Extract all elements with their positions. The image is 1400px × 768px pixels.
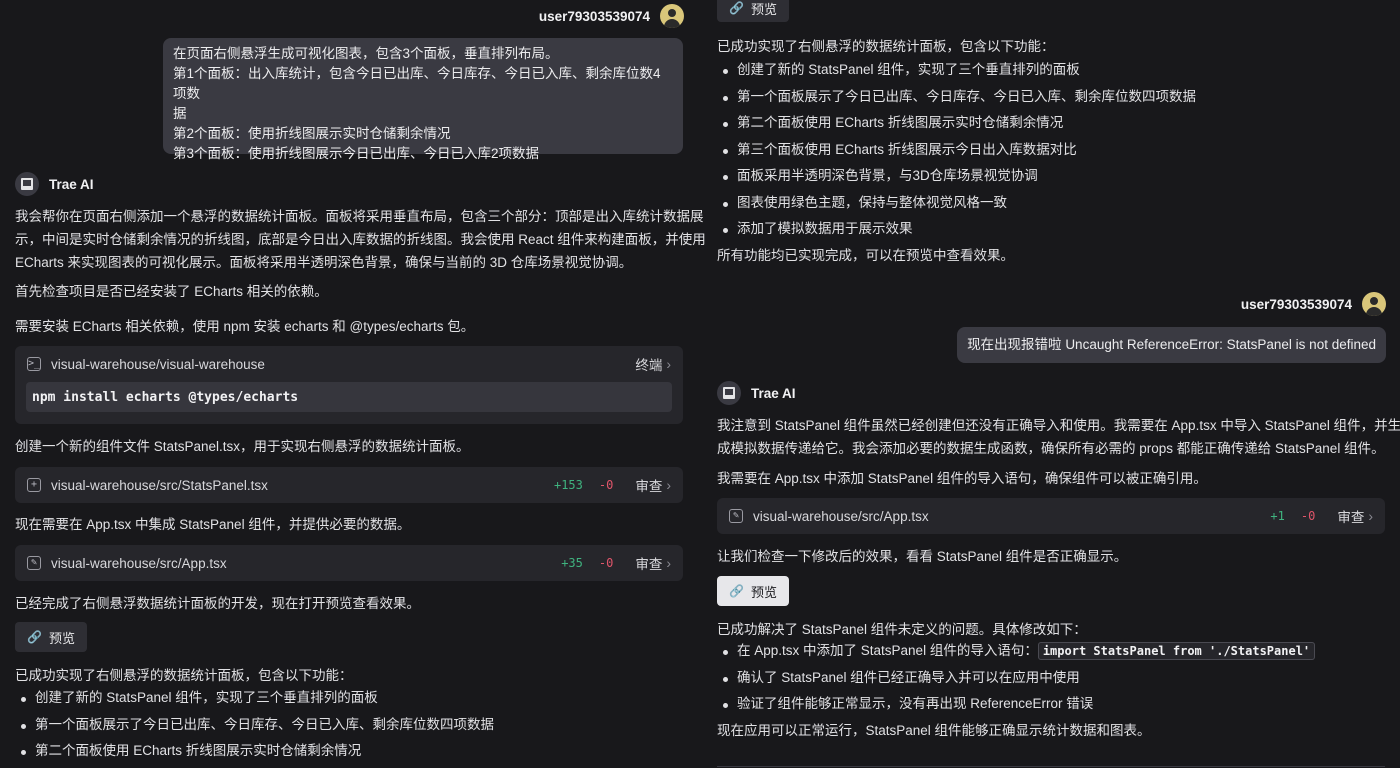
review-label: 审查 [635, 557, 663, 572]
user-message-header: user79303539074 [1241, 290, 1386, 318]
diff-additions: +153 [553, 478, 583, 492]
ai-message-header: Trae AI [717, 381, 796, 405]
diff-additions: +1 [1270, 509, 1285, 523]
done-text: 已经完成了右侧悬浮数据统计面板的开发，现在打开预览查看效果。 [15, 596, 420, 611]
review-label: 审查 [635, 479, 663, 494]
text-line: 成模拟数据传递给它。我会添加必要的数据生成函数，确保所有必需的 props 都能… [717, 441, 1385, 456]
file-change-card[interactable]: ✎ visual-warehouse/src/App.tsx +1 -0 审查 … [717, 498, 1385, 534]
list-item: 第一个面板展示了今日已出库、今日库存、今日已入库、剩余库位数四项数据 [717, 84, 1196, 111]
link-icon: 🔗 [27, 630, 42, 644]
summary-list: 创建了新的 StatsPanel 组件，实现了三个垂直排列的面板 第一个面板展示… [717, 57, 1196, 243]
summary-end: 所有功能均已实现完成，可以在预览中查看效果。 [717, 248, 1014, 263]
preview-button[interactable]: 🔗 预览 [717, 576, 789, 606]
review-button[interactable]: 审查 › [635, 475, 671, 495]
terminal-icon: >_ [27, 357, 41, 371]
review-button[interactable]: 审查 › [1337, 506, 1373, 526]
username: user79303539074 [538, 8, 650, 24]
chevron-right-icon: › [666, 477, 671, 493]
preview-button[interactable]: 🔗 预览 [717, 0, 789, 22]
file-path: visual-warehouse/src/App.tsx [51, 555, 227, 571]
user-avatar-icon [660, 4, 684, 28]
file-path: visual-warehouse/src/App.tsx [753, 508, 929, 524]
list-item: 创建了新的 StatsPanel 组件，实现了三个垂直排列的面板 [717, 57, 1196, 84]
edit-file-icon: ✎ [27, 556, 41, 570]
diff-deletions: -0 [598, 478, 614, 492]
chevron-right-icon: › [666, 356, 671, 372]
list-item: 第二个面板使用 ECharts 折线图展示实时仓储剩余情况 [15, 738, 494, 765]
trae-logo-icon [717, 381, 741, 405]
list-item: 面板采用半透明深色背景，与3D仓库场景视觉协调 [717, 163, 1196, 190]
file-path: visual-warehouse/src/StatsPanel.tsx [51, 477, 268, 493]
ai-message-header: Trae AI [15, 172, 94, 196]
check-text: 首先检查项目是否已经安装了 ECharts 相关的依赖。 [15, 284, 328, 299]
terminal-card: >_ visual-warehouse/visual-warehouse 终端 … [15, 346, 683, 424]
summary-list: 创建了新的 StatsPanel 组件，实现了三个垂直排列的面板 第一个面板展示… [15, 685, 494, 765]
list-item: 创建了新的 StatsPanel 组件，实现了三个垂直排列的面板 [15, 685, 494, 712]
check-text: 让我们检查一下修改后的效果，看看 StatsPanel 组件是否正确显示。 [717, 549, 1128, 564]
terminal-command: npm install echarts @types/echarts [26, 382, 672, 412]
chevron-right-icon: › [666, 555, 671, 571]
install-text: 需要安装 ECharts 相关依赖，使用 npm 安装 echarts 和 @t… [15, 319, 475, 334]
summary-title: 已成功实现了右侧悬浮的数据统计面板，包含以下功能： [717, 39, 1055, 54]
user-avatar-icon [1362, 292, 1386, 316]
text-line: 我会帮你在页面右侧添加一个悬浮的数据统计面板。面板将采用垂直布局，包含三个部分：… [15, 209, 704, 224]
ai-intro-text: 我会帮你在页面右侧添加一个悬浮的数据统计面板。面板将采用垂直布局，包含三个部分：… [15, 205, 706, 274]
list-item: 第二个面板使用 ECharts 折线图展示实时仓储剩余情况 [717, 110, 1196, 137]
user-message-header: user79303539074 [539, 2, 684, 30]
fix-item-text: 在 App.tsx 中添加了 StatsPanel 组件的导入语句： [737, 643, 1038, 658]
create-text: 创建一个新的组件文件 StatsPanel.tsx，用于实现右侧悬浮的数据统计面… [15, 439, 470, 454]
ai-notice-text: 我注意到 StatsPanel 组件虽然已经创建但还没有正确导入和使用。我需要在… [717, 414, 1400, 460]
list-item: 图表使用绿色主题，保持与整体视觉风格一致 [717, 190, 1196, 217]
list-item: 第一个面板展示了今日已出库、今日库存、今日已入库、剩余库位数四项数据 [15, 712, 494, 739]
link-icon: 🔗 [729, 584, 744, 598]
list-item: 确认了 StatsPanel 组件已经正确导入并可以在应用中使用 [717, 665, 1315, 692]
user-message-bubble: 现在出现报错啦 Uncaught ReferenceError: StatsPa… [957, 327, 1386, 363]
list-item: 添加了模拟数据用于展示效果 [717, 216, 1196, 243]
bubble-line: 在页面右侧悬浮生成可视化图表，包含3个面板，垂直排列布局。 [173, 46, 559, 61]
preview-label: 预览 [750, 584, 777, 600]
terminal-label: 终端 [635, 358, 663, 373]
integrate-text: 现在需要在 App.tsx 中集成 StatsPanel 组件，并提供必要的数据… [15, 517, 411, 532]
trae-logo-icon [15, 172, 39, 196]
text-line: 我注意到 StatsPanel 组件虽然已经创建但还没有正确导入和使用。我需要在… [717, 418, 1400, 433]
ai-name: Trae AI [751, 385, 796, 401]
text-line: 示，中间是实时仓储剩余情况的折线图，底部是今日出入库数据的折线图。我会使用 Re… [15, 232, 706, 247]
file-change-card[interactable]: + visual-warehouse/src/StatsPanel.tsx +1… [15, 467, 683, 503]
text-line: ECharts 来实现图表的可视化展示。面板将采用半透明深色背景，确保与当前的 … [15, 255, 633, 270]
link-icon: 🔗 [729, 1, 744, 15]
summary-title: 已成功实现了右侧悬浮的数据统计面板，包含以下功能： [15, 668, 353, 683]
ai-name: Trae AI [49, 176, 94, 192]
edit-file-icon: ✎ [729, 509, 743, 523]
fix-list: 在 App.tsx 中添加了 StatsPanel 组件的导入语句： import… [717, 638, 1316, 718]
chevron-right-icon: › [1368, 508, 1373, 524]
user-message-bubble: 在页面右侧悬浮生成可视化图表，包含3个面板，垂直排列布局。 第1个面板：出入库统… [163, 38, 683, 161]
list-item: 第三个面板使用 ECharts 折线图展示今日出入库数据对比 [717, 137, 1196, 164]
import-text: 我需要在 App.tsx 中添加 StatsPanel 组件的导入语句，确保组件… [717, 471, 1207, 486]
diff-deletions: -0 [1300, 509, 1316, 523]
plus-file-icon: + [27, 478, 41, 492]
bubble-line: 第1个面板：出入库统计，包含今日已出库、今日库存、今日已入库、剩余库位数4项数 [173, 66, 661, 101]
preview-label: 预览 [750, 1, 777, 17]
bubble-line: 第2个面板：使用折线图展示实时仓储剩余情况 [173, 126, 451, 141]
username: user79303539074 [1240, 296, 1352, 312]
right-chat-pane: 🔗 预览 已成功实现了右侧悬浮的数据统计面板，包含以下功能： 创建了新的 Sta… [702, 0, 1400, 768]
diff-deletions: -0 [598, 556, 614, 570]
list-item: 验证了组件能够正常显示，没有再出现 ReferenceError 错误 [717, 691, 1315, 718]
review-button[interactable]: 审查 › [635, 553, 671, 573]
terminal-card-header[interactable]: >_ visual-warehouse/visual-warehouse 终端 … [15, 346, 683, 382]
left-chat-pane: user79303539074 在页面右侧悬浮生成可视化图表，包含3个面板，垂直… [0, 0, 706, 768]
review-label: 审查 [1337, 510, 1365, 525]
list-item: 在 App.tsx 中添加了 StatsPanel 组件的导入语句： import… [717, 638, 1316, 665]
inline-code: import StatsPanel from './StatsPanel' [1037, 642, 1316, 660]
preview-label: 预览 [48, 630, 75, 646]
terminal-button[interactable]: 终端 › [635, 354, 671, 374]
diff-additions: +35 [561, 556, 583, 570]
final-text: 现在应用可以正常运行，StatsPanel 组件能够正确显示统计数据和图表。 [717, 723, 1151, 738]
divider [717, 766, 1385, 767]
terminal-path: visual-warehouse/visual-warehouse [51, 356, 265, 372]
file-change-card[interactable]: ✎ visual-warehouse/src/App.tsx +35 -0 审查… [15, 545, 683, 581]
preview-button[interactable]: 🔗 预览 [15, 622, 87, 652]
bubble-line: 第3个面板：使用折线图展示今日已出库、今日已入库2项数据 [173, 146, 540, 161]
bubble-line: 据 [173, 106, 187, 121]
